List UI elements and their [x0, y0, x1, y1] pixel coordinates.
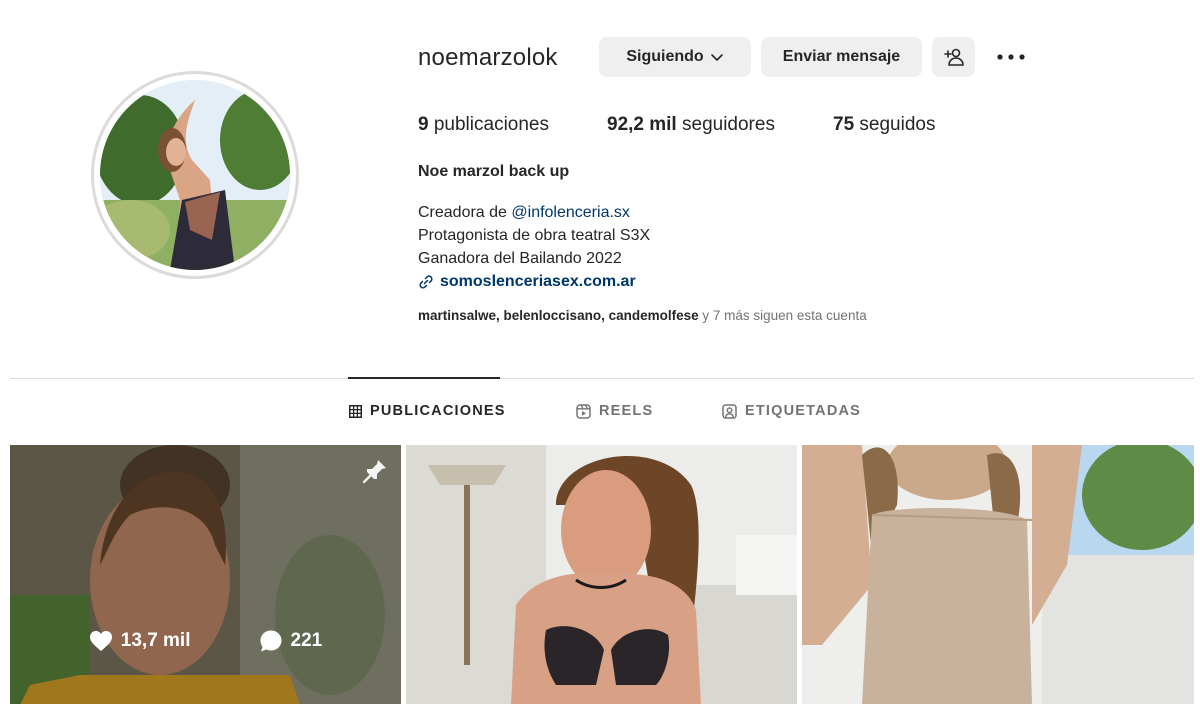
avatar-ring[interactable] — [91, 71, 299, 279]
bio-line-1: Creadora de @infolenceria.sx — [418, 201, 650, 224]
bio-line-2: Protagonista de obra teatral S3X — [418, 227, 651, 244]
avatar[interactable] — [100, 80, 290, 270]
following-label: seguidos — [859, 114, 936, 135]
tab-reels[interactable]: REELS — [576, 403, 653, 419]
following-count-link[interactable]: 75 seguidos — [833, 114, 935, 136]
post-thumbnail[interactable] — [406, 445, 797, 704]
comment-icon — [260, 630, 281, 652]
profile-full-name: Noe marzol back up — [418, 163, 570, 180]
post-thumbnail[interactable]: 13,7 mil 221 — [10, 445, 401, 704]
send-message-button[interactable]: Enviar mensaje — [761, 37, 922, 77]
post-photo — [802, 445, 1194, 704]
bio-line-1-prefix: Creadora de — [418, 204, 512, 221]
bio-link-text: somoslenceriasex.com.ar — [440, 273, 636, 290]
pinned-post-icon — [362, 460, 386, 484]
suggested-users-button[interactable] — [932, 37, 975, 77]
bio-mention-link[interactable]: @infolenceria.sx — [511, 204, 630, 221]
followed-by-suffix: y 7 más siguen esta cuenta — [698, 308, 867, 323]
followers-count: 92,2 mil — [607, 114, 677, 135]
followers-label: seguidores — [682, 114, 775, 135]
profile-bio: Creadora de @infolenceria.sx Protagonist… — [418, 201, 650, 293]
send-message-label: Enviar mensaje — [782, 48, 901, 65]
post-likes-count: 13,7 mil — [120, 630, 191, 651]
post-hover-stats: 13,7 mil 221 — [10, 629, 401, 653]
more-options-button[interactable] — [996, 46, 1026, 68]
posts-label: publicaciones — [433, 114, 549, 135]
post-thumbnail[interactable] — [802, 445, 1194, 704]
followers-count-link[interactable]: 92,2 mil seguidores — [607, 114, 775, 136]
reels-icon — [576, 403, 591, 419]
more-dots-icon — [997, 54, 1025, 60]
followed-by-text[interactable]: martinsalwe, belenloccisano, candemolfes… — [418, 308, 867, 323]
tab-tagged-label: ETIQUETADAS — [745, 403, 862, 419]
bio-line-3: Ganadora del Bailando 2022 — [418, 250, 622, 267]
tab-tagged[interactable]: ETIQUETADAS — [722, 403, 861, 419]
posts-count-stat: 9 publicaciones — [418, 114, 549, 136]
post-comments: 221 — [259, 629, 323, 653]
post-photo — [10, 445, 401, 704]
bio-external-link[interactable]: somoslenceriasex.com.ar — [418, 270, 650, 293]
active-tab-indicator — [348, 377, 500, 379]
tab-posts[interactable]: PUBLICACIONES — [349, 403, 506, 419]
following-count: 75 — [833, 114, 855, 135]
tab-reels-label: REELS — [599, 403, 654, 419]
following-dropdown-button[interactable]: Siguiendo — [599, 37, 751, 77]
avatar-photo — [100, 80, 290, 270]
followed-by-names: martinsalwe, belenloccisano, candemolfes… — [418, 308, 699, 323]
tagged-icon — [722, 403, 737, 419]
post-photo — [406, 445, 797, 704]
instagram-profile-page: noemarzolok Siguiendo Enviar mensaje 9 p… — [0, 0, 1200, 704]
posts-count: 9 — [418, 114, 429, 135]
following-button-label: Siguiendo — [626, 48, 704, 65]
link-icon — [419, 274, 433, 289]
tabs-divider — [10, 378, 1194, 379]
add-user-icon — [943, 48, 964, 66]
chevron-down-icon — [710, 54, 723, 61]
tab-posts-label: PUBLICACIONES — [370, 403, 506, 419]
profile-username: noemarzolok — [418, 44, 558, 71]
grid-icon — [349, 404, 362, 418]
heart-icon — [89, 631, 112, 651]
post-comments-count: 221 — [290, 630, 323, 651]
post-likes: 13,7 mil — [89, 629, 191, 653]
